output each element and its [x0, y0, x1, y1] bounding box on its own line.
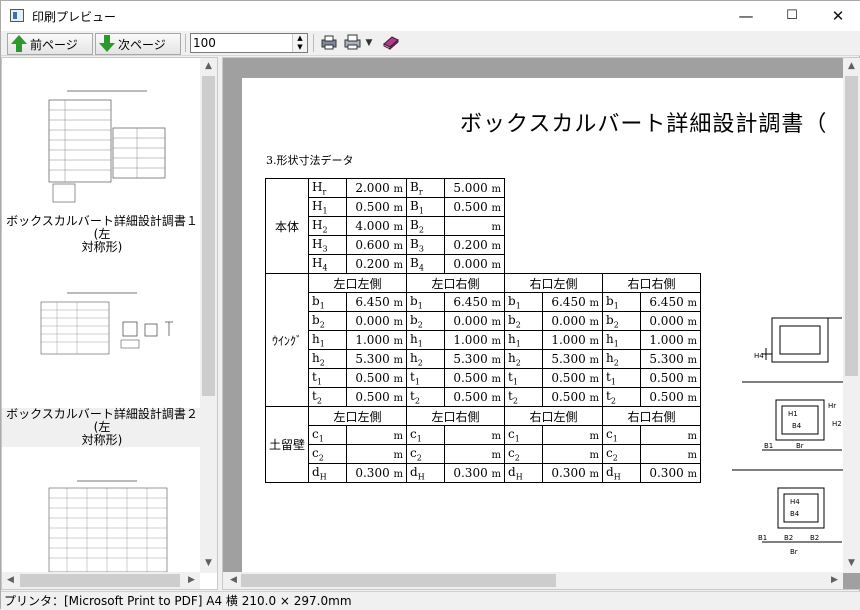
svg-text:H4: H4 [754, 352, 764, 360]
thumbnail-caption-1-line1: ボックスカルバート詳細設計調書１(左 [6, 214, 198, 241]
wing-label: ｳｲﾝｸﾞ [264, 273, 310, 407]
minimize-button[interactable]: — [723, 1, 769, 31]
scroll-up-icon[interactable]: ▲ [200, 61, 217, 71]
status-bar: プリンタ：[Microsoft Print to PDF] A4 横 210.0… [1, 591, 860, 610]
section-heading: 3.形状寸法データ [266, 154, 354, 167]
scroll-right-icon[interactable]: ▶ [183, 572, 200, 589]
svg-text:B4: B4 [790, 510, 800, 518]
preview-vertical-scrollbar[interactable]: ▲ ▼ [843, 58, 860, 573]
column-header: 右口左側 [504, 406, 604, 426]
thumbnail-caption-2-line1: ボックスカルバート詳細設計調書２(左 [6, 407, 198, 434]
svg-text:B1: B1 [764, 442, 773, 450]
table-row: 本体 Hr 2.000 m Br 5.000 m [264, 178, 701, 274]
scroll-left-icon[interactable]: ◀ [2, 572, 19, 589]
scroll-down-icon[interactable]: ▼ [843, 558, 860, 568]
window-title: 印刷プレビュー [32, 10, 117, 24]
table-row: H1 0.500 m B1 0.500 m [266, 197, 701, 217]
page-setup-icon[interactable] [319, 34, 339, 52]
column-header: 右口右側 [602, 273, 702, 293]
scroll-down-icon[interactable]: ▼ [200, 558, 217, 568]
preview-horizontal-scrollbar[interactable]: ◀ ▶ [223, 572, 843, 589]
print-preview-window: 印刷プレビュー — ☐ ✕ 前ページ 次ページ ▲▼ ▼ [0, 0, 860, 610]
table-row: ｳｲﾝｸﾞ 左口左側 左口右側 右口左側 右口右側 [264, 273, 702, 407]
scrollbar-thumb[interactable] [241, 574, 556, 587]
close-button[interactable]: ✕ [815, 1, 860, 31]
table-row: H4 0.200 m B4 0.000 m [266, 254, 701, 274]
scrollbar-thumb[interactable] [20, 574, 180, 587]
next-page-button[interactable]: 次ページ [95, 33, 181, 55]
earth-wall-label: 土留壁 [264, 406, 310, 483]
print-icon[interactable] [343, 34, 363, 52]
thumbnail-caption-2[interactable]: ボックスカルバート詳細設計調書２(左 対称形) [2, 408, 202, 447]
column-header: 右口右側 [602, 406, 702, 426]
app-icon [10, 9, 24, 22]
svg-text:Br: Br [796, 442, 804, 450]
column-header: 左口左側 [308, 273, 408, 293]
document-title: ボックスカルバート詳細設計調書（ [460, 112, 828, 137]
svg-text:Br: Br [790, 548, 798, 556]
book-icon[interactable] [381, 34, 401, 52]
next-page-label: 次ページ [118, 37, 166, 52]
scroll-left-icon[interactable]: ◀ [225, 572, 242, 589]
table-row: c1 m c1 m c1 m c1 m [266, 425, 702, 445]
thumbnail-caption-1-line2: 対称形) [81, 240, 123, 254]
preview-page: ボックスカルバート詳細設計調書（ 3.形状寸法データ 本体 Hr 2.000 m Br… [242, 78, 860, 573]
table-row: H3 0.600 m B3 0.200 m [266, 235, 701, 255]
table-row: dH 0.300 m dH 0.300 m dH 0.300 m dH 0.300 m [266, 463, 702, 483]
toolbar-separator [185, 34, 186, 52]
column-header: 右口左側 [504, 273, 604, 293]
svg-text:B1: B1 [758, 534, 767, 542]
thumbnail-pane[interactable]: ボックスカルバート詳細設計調書１(左 対称形) ボックスカルバート詳細設計調書２… [1, 57, 218, 590]
table-row: t2 0.500 m t2 0.500 m t2 0.500 m t2 0.500 m [266, 387, 702, 407]
scrollbar-thumb[interactable] [202, 76, 215, 396]
arrow-down-icon [99, 35, 115, 53]
thumbnail-page-3[interactable] [37, 478, 177, 573]
scrollbar-thumb[interactable] [845, 76, 858, 376]
title-bar: 印刷プレビュー — ☐ ✕ [1, 1, 860, 31]
svg-text:Hr: Hr [828, 402, 836, 410]
table-row: t1 0.500 m t1 0.500 m t1 0.500 m t1 0.500 m [266, 368, 702, 388]
table-row: c2 m c2 m c2 m c2 m [266, 444, 702, 464]
table-row: b2 0.000 m b2 0.000 m b2 0.000 m b2 0.000 m [266, 311, 702, 331]
column-header: 左口右側 [406, 406, 506, 426]
arrow-up-icon [11, 35, 27, 53]
thumbnail-horizontal-scrollbar[interactable]: ◀ ▶ [2, 572, 200, 589]
table-row: 土留壁 左口左側 左口右側 右口左側 右口右側 [264, 406, 702, 483]
column-header: 左口右側 [406, 273, 506, 293]
column-header: 左口左側 [308, 406, 408, 426]
scroll-right-icon[interactable]: ▶ [826, 572, 843, 589]
table-row: h1 1.000 m h1 1.000 m h1 1.000 m h1 1.000 m [266, 330, 702, 350]
culvert-section-drawing: H4 H1 B4 Hr H2 B1 Br H4 B4 B1 B2 B2 Br [732, 317, 860, 556]
svg-text:H1: H1 [788, 410, 798, 418]
zoom-spin-buttons[interactable]: ▲ ▼ [292, 34, 307, 52]
thumbnail-caption-1[interactable]: ボックスカルバート詳細設計調書１(左 対称形) [2, 215, 202, 254]
zoom-input[interactable] [191, 34, 291, 52]
zoom-spinbox[interactable]: ▲▼ [190, 33, 308, 53]
prev-page-button[interactable]: 前ページ [7, 33, 93, 55]
body-label: 本体 [264, 178, 310, 274]
thumbnail-vertical-scrollbar[interactable]: ▲ ▼ [200, 58, 217, 573]
thumbnail-page-2[interactable] [37, 290, 177, 370]
table-row: h2 5.300 m h2 5.300 m h2 5.300 m h2 5.300 m [266, 349, 702, 369]
svg-text:H2: H2 [832, 420, 842, 428]
svg-text:B2: B2 [810, 534, 819, 542]
dimension-table: 本体 Hr 2.000 m Br 5.000 m H1 0.500 m B1 0.500 m H2… [264, 178, 702, 483]
chevron-down-icon[interactable]: ▼ [363, 34, 375, 52]
toolbar-separator [313, 34, 314, 52]
svg-text:B4: B4 [792, 422, 802, 430]
prev-page-label: 前ページ [30, 37, 78, 52]
scroll-up-icon[interactable]: ▲ [843, 61, 860, 71]
thumbnail-caption-2-line2: 対称形) [81, 433, 123, 447]
svg-text:H4: H4 [790, 498, 800, 506]
thumbnail-page-1[interactable] [37, 88, 177, 208]
preview-pane[interactable]: ボックスカルバート詳細設計調書（ 3.形状寸法データ 本体 Hr 2.000 m Br… [222, 57, 860, 590]
svg-text:B2: B2 [784, 534, 793, 542]
table-row: b1 6.450 m b1 6.450 m b1 6.450 m b1 6.450 m [266, 292, 702, 312]
table-row: H2 4.000 m B2 m [266, 216, 701, 236]
maximize-button[interactable]: ☐ [769, 1, 815, 31]
